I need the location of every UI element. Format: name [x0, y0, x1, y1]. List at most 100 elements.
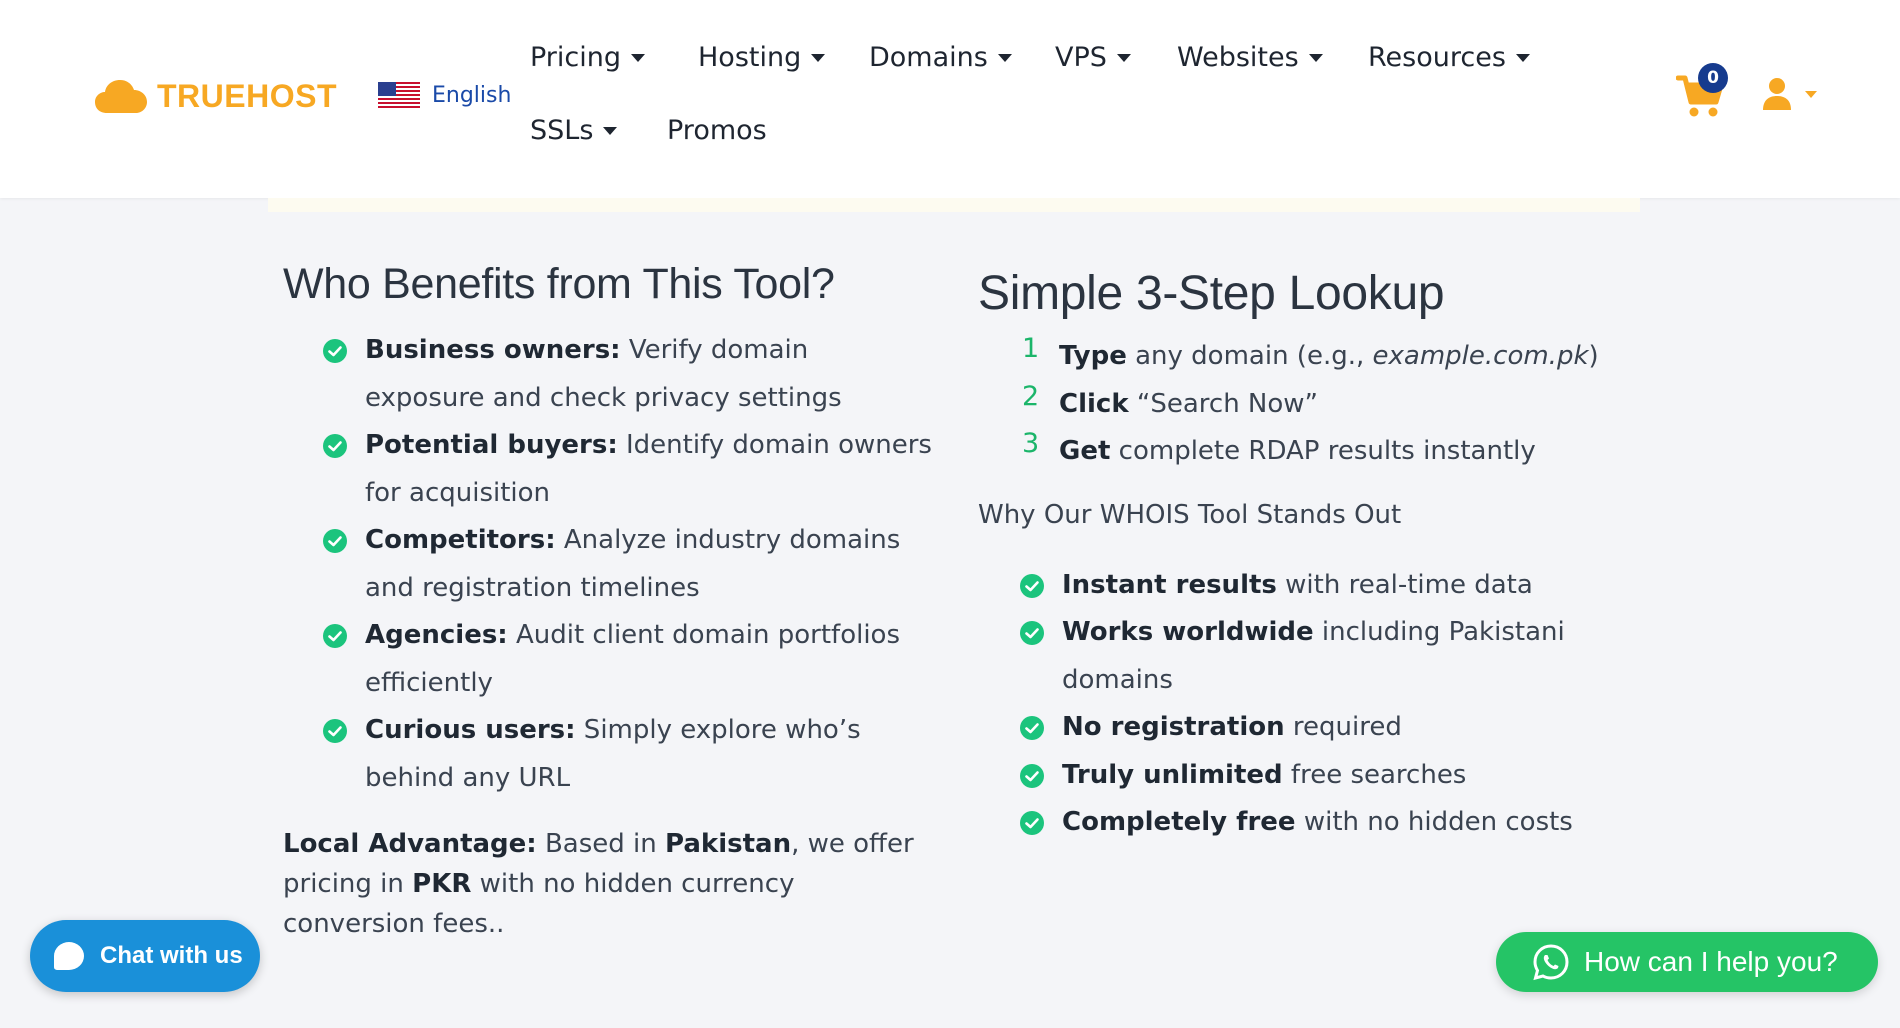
check-circle-icon	[1020, 763, 1044, 788]
item-label: Works worldwide	[1062, 617, 1314, 647]
check-circle-icon	[323, 434, 347, 458]
advantage-country: Pakistan	[665, 829, 792, 859]
site-header: TRUEHOST English Pricing Hosting Domains…	[0, 0, 1900, 198]
list-item: Completely free with no hidden costs	[1020, 799, 1618, 847]
item-text: with real-time data	[1276, 569, 1533, 600]
item-text: required	[1284, 712, 1402, 742]
check-circle-icon	[323, 624, 347, 648]
item-label: No registration	[1062, 712, 1285, 742]
lookup-section: Simple 3-Step Lookup 1 Type any domain (…	[978, 260, 1618, 847]
nav-websites[interactable]: Websites	[1177, 42, 1323, 73]
language-selector[interactable]: English	[378, 82, 511, 108]
whatsapp-label: How can I help you?	[1584, 946, 1838, 977]
cart-count-badge: 0	[1698, 63, 1728, 93]
list-item: Truly unlimited free searches	[1020, 752, 1618, 800]
step-number: 1	[1022, 333, 1040, 364]
step-tail: )	[1588, 341, 1599, 371]
nav-label: Pricing	[530, 42, 622, 73]
list-item: Curious users: Simply explore who’s behi…	[323, 707, 933, 802]
benefits-section: Who Benefits from This Tool? Business ow…	[283, 260, 933, 944]
step-text: complete RDAP results instantly	[1110, 436, 1536, 466]
list-item: Business owners: Verify domain exposure …	[323, 327, 933, 422]
caret-down-icon	[1116, 53, 1131, 62]
item-label: Curious users:	[365, 715, 576, 745]
nav-vps[interactable]: VPS	[1055, 42, 1131, 73]
chat-with-us-button[interactable]: Chat with us	[30, 920, 260, 992]
check-circle-icon	[1020, 811, 1044, 835]
language-label: English	[432, 82, 512, 108]
caret-down-icon	[997, 53, 1012, 62]
caret-down-icon	[811, 53, 826, 62]
check-circle-icon	[323, 529, 347, 553]
check-circle-icon	[1020, 573, 1044, 598]
step-example: example.com.pk	[1372, 341, 1589, 371]
nav-domains[interactable]: Domains	[869, 42, 1012, 73]
caret-down-icon	[603, 126, 618, 135]
user-menu[interactable]	[1763, 78, 1817, 110]
why-title: Why Our WHOIS Tool Stands Out	[978, 499, 1402, 530]
step-number: 2	[1022, 380, 1040, 412]
caret-down-icon	[1308, 53, 1323, 62]
step-item: 3 Get complete RDAP results instantly	[1022, 428, 1618, 476]
section-title: Simple 3-Step Lookup	[978, 267, 1445, 320]
step-item: 1 Type any domain (e.g., example.com.pk)	[1022, 333, 1618, 381]
chat-label: Chat with us	[100, 942, 243, 969]
steps-list: 1 Type any domain (e.g., example.com.pk)…	[978, 333, 1618, 476]
whatsapp-icon	[1533, 944, 1569, 981]
user-icon	[1763, 78, 1791, 110]
caret-down-icon	[631, 53, 646, 62]
chat-bubble-icon	[54, 942, 84, 970]
cloud-logo-icon	[95, 79, 147, 113]
nav-label: Promos	[667, 115, 767, 146]
benefits-list: Business owners: Verify domain exposure …	[283, 327, 933, 802]
list-item: No registration required	[1020, 704, 1618, 752]
item-label: Competitors:	[365, 525, 556, 555]
nav-label: Domains	[869, 42, 988, 73]
list-item: Instant results with real-time data	[1020, 562, 1618, 610]
item-label: Potential buyers:	[365, 430, 618, 460]
nav-label: SSLs	[530, 115, 594, 146]
item-label: Business owners:	[365, 335, 621, 365]
nav-label: Websites	[1177, 42, 1299, 73]
step-item: 2 Click “Search Now”	[1022, 381, 1618, 429]
advantage-currency: PKR	[412, 869, 472, 899]
features-list: Instant results with real-time data Work…	[978, 562, 1618, 847]
us-flag-icon	[378, 82, 420, 108]
nav-resources[interactable]: Resources	[1368, 42, 1530, 73]
item-label: Agencies:	[365, 620, 508, 650]
list-item: Works worldwide including Pakistani doma…	[1020, 609, 1618, 704]
step-text: any domain (e.g.,	[1126, 341, 1373, 371]
list-item: Agencies: Audit client domain portfolios…	[323, 612, 933, 707]
item-label: Instant results	[1062, 569, 1277, 600]
advantage-text: Based in	[536, 829, 666, 859]
step-action: Type	[1059, 341, 1127, 371]
nav-pricing[interactable]: Pricing	[530, 42, 646, 73]
list-item: Competitors: Analyze industry domains an…	[323, 517, 933, 612]
section-title: Who Benefits from This Tool?	[283, 260, 835, 308]
item-text: free searches	[1282, 759, 1467, 790]
whatsapp-help-button[interactable]: How can I help you?	[1496, 932, 1878, 992]
item-label: Truly unlimited	[1062, 759, 1283, 790]
nav-hosting[interactable]: Hosting	[698, 42, 826, 73]
nav-label: Hosting	[698, 42, 802, 73]
logo-text: TRUEHOST	[157, 78, 337, 114]
local-advantage-note: Local Advantage: Based in Pakistan, we o…	[283, 824, 933, 944]
logo[interactable]: TRUEHOST	[95, 78, 337, 115]
step-text: “Search Now”	[1128, 388, 1319, 419]
item-label: Completely free	[1062, 807, 1296, 837]
list-item: Potential buyers: Identify domain owners…	[323, 422, 933, 517]
caret-down-icon	[1805, 90, 1817, 98]
caret-down-icon	[1515, 53, 1530, 62]
step-number: 3	[1022, 428, 1040, 459]
check-circle-icon	[1020, 716, 1044, 740]
nav-promos[interactable]: Promos	[667, 115, 767, 146]
nav-label: VPS	[1055, 42, 1107, 73]
nav-ssls[interactable]: SSLs	[530, 115, 618, 146]
notice-strip	[268, 198, 1640, 212]
nav-label: Resources	[1368, 42, 1506, 73]
check-circle-icon	[323, 339, 347, 363]
check-circle-icon	[323, 719, 347, 743]
step-action: Get	[1059, 436, 1111, 466]
check-circle-icon	[1020, 621, 1044, 645]
item-text: with no hidden costs	[1295, 807, 1573, 837]
